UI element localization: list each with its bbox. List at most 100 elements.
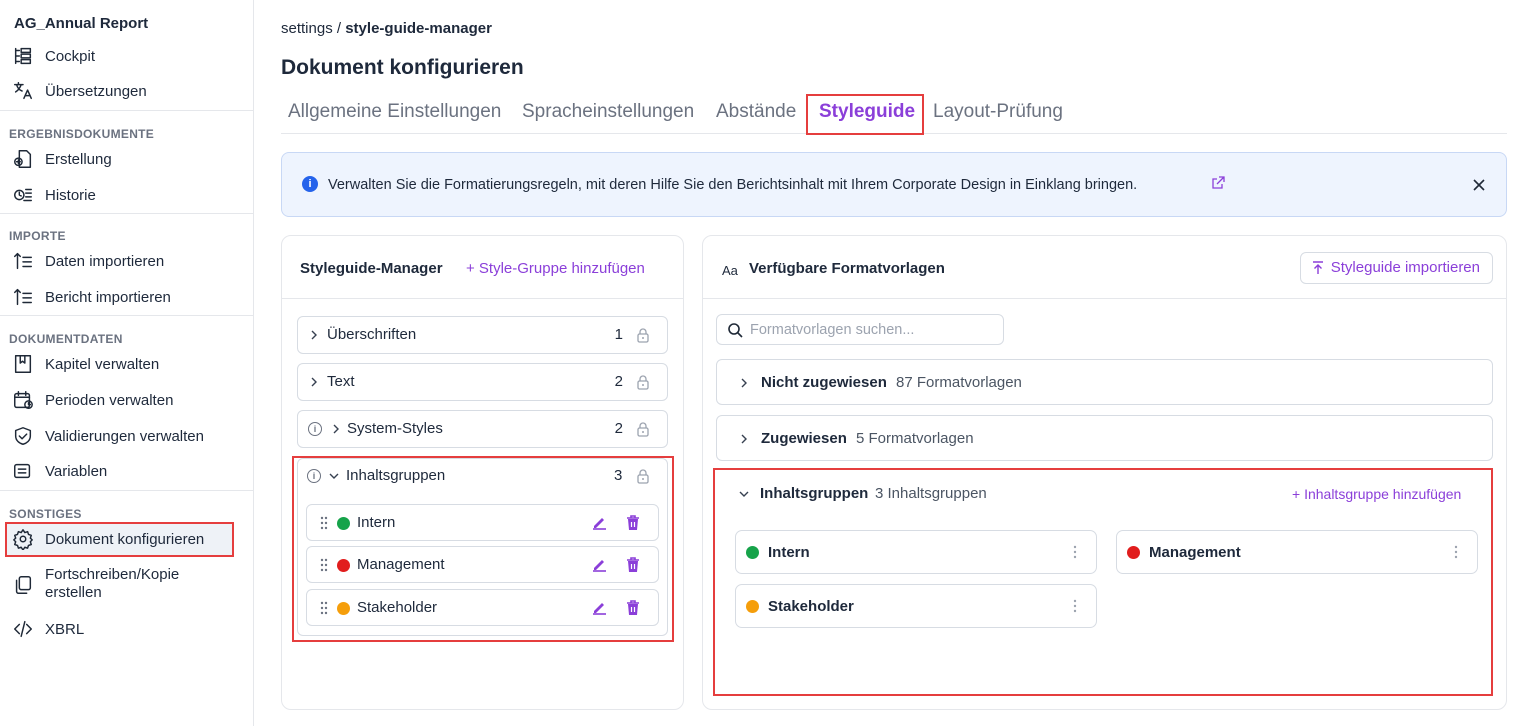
chevron-right-icon xyxy=(741,378,747,388)
breadcrumb-parent[interactable]: settings xyxy=(281,20,333,37)
sidebar-item-label-group: Fortschreiben/Kopie erstellen xyxy=(45,566,179,602)
lock-icon xyxy=(637,422,649,437)
tab-spracheinstellungen[interactable]: Spracheinstellungen xyxy=(522,101,694,123)
info-circle-icon: i xyxy=(308,422,322,436)
chevron-right-icon xyxy=(311,330,317,340)
tab-allgemeine-einstellungen[interactable]: Allgemeine Einstellungen xyxy=(288,101,501,123)
sidebar-item-label: Daten importieren xyxy=(45,252,165,270)
tab-layout-pruefung[interactable]: Layout-Prüfung xyxy=(933,101,1063,123)
panel-title: Styleguide-Manager xyxy=(300,260,443,277)
code-icon xyxy=(10,617,36,641)
book-icon xyxy=(10,352,36,376)
sidebar-item-label: Perioden verwalten xyxy=(45,391,174,409)
sidebar-item-label: Validierungen verwalten xyxy=(45,427,204,445)
sidebar-item-label: Historie xyxy=(45,186,96,204)
sidebar-item-label: Bericht importieren xyxy=(45,288,171,306)
section-label: ERGEBNISDOKUMENTE xyxy=(9,127,155,141)
lock-icon xyxy=(637,375,649,390)
sidebar-item-label: Erstellung xyxy=(45,150,112,168)
active-tab-highlight xyxy=(806,94,924,135)
sidebar-item-label: Übersetzungen xyxy=(45,82,147,100)
lock-icon xyxy=(637,328,649,343)
accordion-count: 87 Formatvorlagen xyxy=(896,374,1022,391)
accordion-assigned[interactable]: Zugewiesen 5 Formatvorlagen xyxy=(716,415,1493,461)
list-icon xyxy=(10,459,36,483)
sidebar-item-label-line2: erstellen xyxy=(45,584,102,601)
sidebar-item-kapitel-verwalten[interactable]: Kapitel verwalten xyxy=(10,351,159,377)
style-group-row[interactable]: i System-Styles 2 xyxy=(297,410,668,448)
accordion-unassigned[interactable]: Nicht zugewiesen 87 Formatvorlagen xyxy=(716,359,1493,405)
sidebar-item-uebersetzungen[interactable]: Übersetzungen xyxy=(10,78,147,104)
sidebar-item-label: XBRL xyxy=(45,620,85,638)
highlight-box xyxy=(713,468,1493,696)
chevron-right-icon xyxy=(333,424,339,434)
sidebar-item-bericht-importieren[interactable]: Bericht importieren xyxy=(10,284,171,310)
group-label: Überschriften xyxy=(327,326,417,343)
sidebar-item-dokument-konfigurieren[interactable]: Dokument konfigurieren xyxy=(10,526,204,552)
highlight-box xyxy=(292,456,674,642)
group-label: Text xyxy=(327,373,355,390)
panel-title: Verfügbare Formatvorlagen xyxy=(749,260,945,277)
sidebar-item-label: Dokument konfigurieren xyxy=(45,530,205,548)
document-create-icon xyxy=(10,147,36,171)
style-group-row[interactable]: Überschriften 1 xyxy=(297,316,668,354)
info-banner: i Verwalten Sie die Formatierungsregeln,… xyxy=(281,152,1507,217)
group-count: 2 xyxy=(614,373,623,390)
search-icon xyxy=(728,323,743,338)
translate-icon xyxy=(10,79,36,103)
divider xyxy=(282,298,683,299)
breadcrumb: settings / style-guide-manager xyxy=(281,20,492,37)
tab-abstaende[interactable]: Abstände xyxy=(716,101,796,123)
divider xyxy=(0,110,253,111)
history-icon xyxy=(10,183,36,207)
breadcrumb-current: style-guide-manager xyxy=(345,20,492,37)
accordion-count: 5 Formatvorlagen xyxy=(856,430,974,447)
search-input[interactable] xyxy=(750,319,990,341)
section-label: IMPORTE xyxy=(9,229,66,243)
close-icon[interactable] xyxy=(1471,177,1487,193)
chevron-right-icon xyxy=(741,434,747,444)
divider xyxy=(703,298,1506,299)
text-format-icon: Aa xyxy=(722,263,738,278)
section-label: DOKUMENTDATEN xyxy=(9,332,123,346)
page-title: Dokument konfigurieren xyxy=(281,56,524,79)
sidebar-item-xbrl[interactable]: XBRL xyxy=(10,616,84,642)
import-styleguide-button[interactable]: Styleguide importieren xyxy=(1299,252,1493,284)
calendar-icon xyxy=(10,388,36,412)
sidebar-item-daten-importieren[interactable]: Daten importieren xyxy=(10,248,164,274)
sidebar-item-label: Kapitel verwalten xyxy=(45,355,160,373)
sidebar-item-fortschreiben[interactable]: Fortschreiben/Kopie erstellen xyxy=(10,566,179,602)
gear-icon xyxy=(10,527,36,551)
import-icon xyxy=(10,285,36,309)
section-label: SONSTIGES xyxy=(9,507,82,521)
external-link-icon[interactable] xyxy=(1210,175,1226,191)
sidebar-item-cockpit[interactable]: Cockpit xyxy=(10,43,95,69)
group-count: 2 xyxy=(614,420,623,437)
divider xyxy=(0,213,253,214)
sidebar-item-label: Cockpit xyxy=(45,47,96,65)
style-group-row[interactable]: Text 2 xyxy=(297,363,668,401)
upload-icon xyxy=(1312,261,1323,274)
info-text: Verwalten Sie die Formatierungsregeln, m… xyxy=(328,177,1138,193)
sidebar-item-perioden-verwalten[interactable]: Perioden verwalten xyxy=(10,387,173,413)
shield-check-icon xyxy=(10,424,36,448)
breadcrumb-separator: / xyxy=(332,20,346,37)
sidebar-item-variablen[interactable]: Variablen xyxy=(10,458,107,484)
accordion-label: Zugewiesen xyxy=(761,430,847,447)
search-field[interactable] xyxy=(716,314,1004,345)
add-style-group-button[interactable]: + Style-Gruppe hinzufügen xyxy=(466,260,645,277)
group-label: System-Styles xyxy=(347,420,443,437)
import-label: Styleguide importieren xyxy=(1330,259,1480,276)
sidebar-item-erstellung[interactable]: Erstellung xyxy=(10,146,112,172)
sidebar-item-label: Fortschreiben/Kopie xyxy=(45,566,180,583)
divider xyxy=(0,490,253,491)
divider xyxy=(0,315,253,316)
accordion-label: Nicht zugewiesen xyxy=(761,374,887,391)
app-title: AG_Annual Report xyxy=(14,15,149,32)
sidebar-item-validierungen-verwalten[interactable]: Validierungen verwalten xyxy=(10,423,204,449)
sidebar-item-historie[interactable]: Historie xyxy=(10,182,96,208)
group-count: 1 xyxy=(614,326,623,343)
info-icon: i xyxy=(302,176,318,192)
sidebar: AG_Annual Report Cockpit Übersetzungen E… xyxy=(0,0,254,726)
sidebar-item-label: Variablen xyxy=(45,462,108,480)
